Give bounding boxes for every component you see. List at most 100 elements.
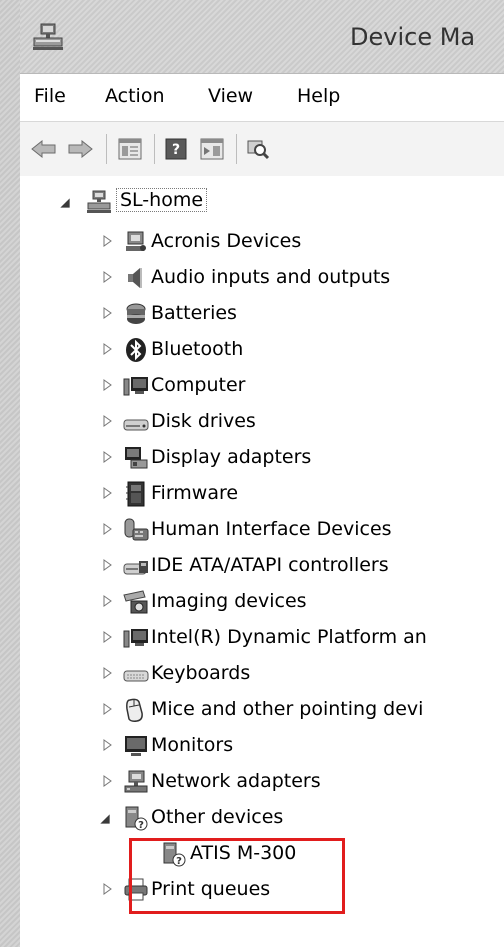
collapse-arrow-icon[interactable] xyxy=(58,196,72,210)
toolbar: ? xyxy=(20,121,504,177)
ide-controller-icon xyxy=(123,561,148,575)
expand-arrow-icon[interactable] xyxy=(100,342,114,356)
help-button[interactable]: ? xyxy=(162,135,190,163)
expand-arrow-icon[interactable] xyxy=(100,378,114,392)
expand-arrow-icon[interactable] xyxy=(100,774,114,788)
tree-item-acronis-devices[interactable]: Acronis Devices xyxy=(20,224,504,260)
expand-arrow-icon[interactable] xyxy=(100,270,114,284)
toolbar-separator xyxy=(154,134,155,164)
tree-item-label: Display adapters xyxy=(151,446,312,468)
expand-arrow-icon[interactable] xyxy=(100,486,114,500)
tree-item-monitors[interactable]: Monitors xyxy=(20,728,504,764)
tree-item-imaging-devices[interactable]: Imaging devices xyxy=(20,584,504,620)
tree-item-computer[interactable]: Computer xyxy=(20,368,504,404)
monitor-icon xyxy=(125,736,147,756)
tree-item-label: Imaging devices xyxy=(151,590,307,612)
tree-item-audio[interactable]: Audio inputs and outputs xyxy=(20,260,504,296)
highlight-box xyxy=(129,838,345,914)
tree-item-disk-drives[interactable]: Disk drives xyxy=(20,404,504,440)
mouse-icon xyxy=(126,698,143,722)
window-left-border xyxy=(0,0,21,947)
tree-item-batteries[interactable]: Batteries xyxy=(20,296,504,332)
tree-item-label: Audio inputs and outputs xyxy=(151,266,391,288)
expand-arrow-icon[interactable] xyxy=(100,738,114,752)
properties-button[interactable] xyxy=(116,135,144,163)
tree-item-mice[interactable]: Mice and other pointing devi xyxy=(20,692,504,728)
tree-item-intel-dynamic-platform[interactable]: Intel(R) Dynamic Platform an xyxy=(20,620,504,656)
speaker-icon xyxy=(128,268,142,288)
tree-item-label: Disk drives xyxy=(151,410,256,432)
window-title: Device Ma xyxy=(350,23,476,51)
tree-item-ide-controllers[interactable]: IDE ATA/ATAPI controllers xyxy=(20,548,504,584)
title-bar[interactable]: Device Ma xyxy=(20,0,504,73)
menu-view[interactable]: View xyxy=(208,85,253,107)
menu-help[interactable]: Help xyxy=(297,85,340,107)
battery-icon xyxy=(126,303,146,324)
toolbar-separator xyxy=(236,134,237,164)
tree-item-label: Firmware xyxy=(151,482,239,504)
tree-item-bluetooth[interactable]: Bluetooth xyxy=(20,332,504,368)
tree-item-label: Computer xyxy=(151,374,246,396)
computer-icon xyxy=(123,629,148,648)
forward-button[interactable] xyxy=(66,135,94,163)
svg-text:?: ? xyxy=(172,142,180,158)
expand-arrow-icon[interactable] xyxy=(100,594,114,608)
tree-item-label: Batteries xyxy=(151,302,237,324)
device-manager-icon xyxy=(33,23,63,50)
tree-item-label: Mice and other pointing devi xyxy=(151,698,424,720)
forward-arrow-icon xyxy=(68,140,93,158)
help-icon: ? xyxy=(165,138,187,160)
tree-item-display-adapters[interactable]: Display adapters xyxy=(20,440,504,476)
tree-item-firmware[interactable]: Firmware xyxy=(20,476,504,512)
svg-text:?: ? xyxy=(138,820,144,831)
scan-hardware-icon xyxy=(247,140,270,160)
tree-item-label: Human Interface Devices xyxy=(151,518,392,540)
tree-item-label: Monitors xyxy=(151,734,234,756)
disk-drive-icon xyxy=(123,419,149,431)
computer-network-icon xyxy=(87,190,111,213)
tree-root-label: SL-home xyxy=(116,188,208,212)
menu-file[interactable]: File xyxy=(34,85,66,107)
bluetooth-icon xyxy=(126,338,146,362)
computer-icon xyxy=(123,377,148,396)
expand-arrow-icon[interactable] xyxy=(100,882,114,896)
expand-arrow-icon[interactable] xyxy=(100,558,114,572)
tree-item-label: Network adapters xyxy=(151,770,321,792)
tree-item-label: Acronis Devices xyxy=(151,230,302,252)
back-button[interactable] xyxy=(30,135,58,163)
expand-arrow-icon[interactable] xyxy=(100,450,114,464)
expand-arrow-icon[interactable] xyxy=(100,234,114,248)
menu-bar: File Action View Help xyxy=(20,73,504,122)
camera-icon xyxy=(123,590,148,614)
properties-icon xyxy=(118,138,142,160)
tree-item-human-interface-devices[interactable]: Human Interface Devices xyxy=(20,512,504,548)
firmware-icon xyxy=(126,481,145,507)
tree-item-label: IDE ATA/ATAPI controllers xyxy=(151,554,389,576)
tree-item-network-adapters[interactable]: Network adapters xyxy=(20,764,504,800)
tree-item-label: Bluetooth xyxy=(151,338,244,360)
expand-arrow-icon[interactable] xyxy=(100,702,114,716)
expand-arrow-icon[interactable] xyxy=(100,414,114,428)
expand-arrow-icon[interactable] xyxy=(100,630,114,644)
tree-item-label: Keyboards xyxy=(151,662,251,684)
update-driver-button[interactable] xyxy=(198,135,226,163)
tree-item-other-devices[interactable]: ? Other devices xyxy=(20,800,504,836)
device-tree: SL-home Acronis Devices Audio inputs and… xyxy=(20,176,504,947)
tree-item-label: Intel(R) Dynamic Platform an xyxy=(151,626,427,648)
acronis-device-icon xyxy=(126,231,146,251)
unknown-device-icon: ? xyxy=(125,806,148,831)
scan-hardware-button[interactable] xyxy=(244,135,272,163)
expand-arrow-icon[interactable] xyxy=(100,666,114,680)
expand-arrow-icon[interactable] xyxy=(100,306,114,320)
tree-root[interactable]: SL-home xyxy=(20,184,504,220)
tree-item-keyboards[interactable]: Keyboards xyxy=(20,656,504,692)
collapse-arrow-icon[interactable] xyxy=(98,812,112,826)
expand-arrow-icon[interactable] xyxy=(100,522,114,536)
back-arrow-icon xyxy=(31,140,56,158)
keyboard-icon xyxy=(123,670,149,682)
display-adapter-icon xyxy=(125,447,148,469)
update-driver-icon xyxy=(200,138,224,160)
network-adapter-icon xyxy=(124,770,148,793)
tree-item-label: Other devices xyxy=(151,806,284,828)
menu-action[interactable]: Action xyxy=(105,85,165,107)
